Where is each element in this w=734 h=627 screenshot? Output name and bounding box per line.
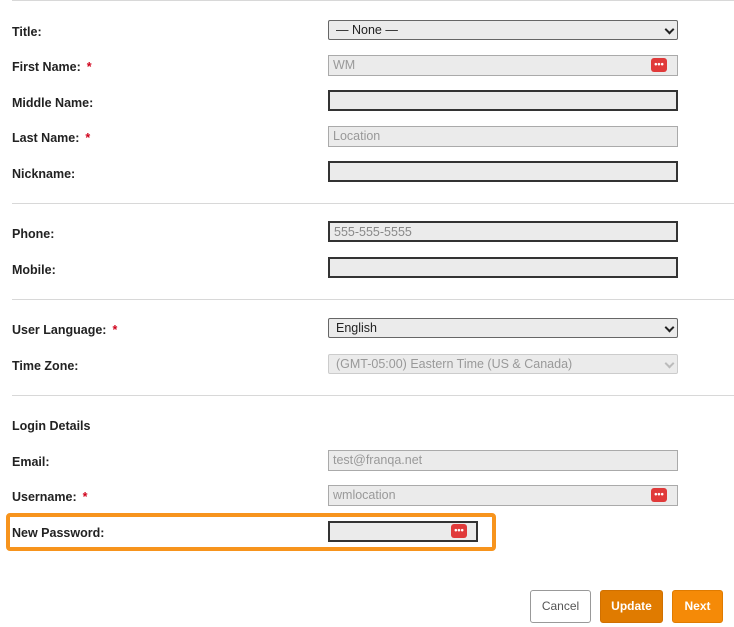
first-name-value: WM — [333, 58, 356, 72]
next-button[interactable]: Next — [672, 590, 723, 623]
phone-input[interactable]: 555-555-5555 — [328, 221, 678, 242]
section-divider — [12, 395, 734, 396]
required-marker: * — [85, 131, 91, 145]
middle-name-input[interactable] — [328, 90, 678, 111]
username-input[interactable]: wmlocation — [328, 485, 678, 506]
email-input[interactable]: test@franqa.net — [328, 450, 678, 471]
mobile-label: Mobile: — [12, 263, 56, 277]
username-value: wmlocation — [333, 488, 396, 502]
nickname-input[interactable] — [328, 161, 678, 182]
time-zone-select: (GMT-05:00) Eastern Time (US & Canada) — [328, 354, 678, 374]
password-manager-icon[interactable]: ••• — [451, 524, 467, 538]
phone-placeholder: 555-555-5555 — [334, 225, 412, 239]
title-select-value: — None — — [336, 23, 398, 37]
phone-label: Phone: — [12, 227, 55, 241]
chevron-down-icon — [664, 358, 675, 369]
user-language-select[interactable]: English — [328, 318, 678, 338]
nickname-label: Nickname: — [12, 167, 76, 181]
password-manager-icon[interactable]: ••• — [651, 58, 667, 72]
login-details-heading: Login Details — [12, 419, 91, 433]
title-select[interactable]: — None — — [328, 20, 678, 40]
mobile-input[interactable] — [328, 257, 678, 278]
update-button[interactable]: Update — [600, 590, 663, 623]
last-name-value: Location — [333, 129, 381, 143]
last-name-label: Last Name: * — [12, 131, 91, 145]
new-password-label: New Password: — [12, 526, 105, 540]
required-marker: * — [112, 323, 118, 337]
top-divider — [12, 0, 734, 1]
email-value: test@franqa.net — [333, 453, 423, 467]
time-zone-label: Time Zone: — [12, 359, 79, 373]
username-label: Username: * — [12, 490, 88, 504]
required-marker: * — [86, 60, 92, 74]
section-divider — [12, 299, 734, 300]
first-name-input[interactable]: WM — [328, 55, 678, 76]
chevron-down-icon — [664, 322, 675, 333]
user-language-label: User Language: * — [12, 323, 118, 337]
email-label: Email: — [12, 455, 50, 469]
first-name-label: First Name: * — [12, 60, 92, 74]
password-manager-icon[interactable]: ••• — [651, 488, 667, 502]
last-name-input[interactable]: Location — [328, 126, 678, 147]
title-label: Title: — [12, 25, 42, 39]
user-language-value: English — [336, 321, 377, 335]
chevron-down-icon — [664, 24, 675, 35]
cancel-button[interactable]: Cancel — [530, 590, 591, 623]
section-divider — [12, 203, 734, 204]
time-zone-value: (GMT-05:00) Eastern Time (US & Canada) — [336, 357, 573, 371]
required-marker: * — [82, 490, 88, 504]
middle-name-label: Middle Name: — [12, 96, 94, 110]
